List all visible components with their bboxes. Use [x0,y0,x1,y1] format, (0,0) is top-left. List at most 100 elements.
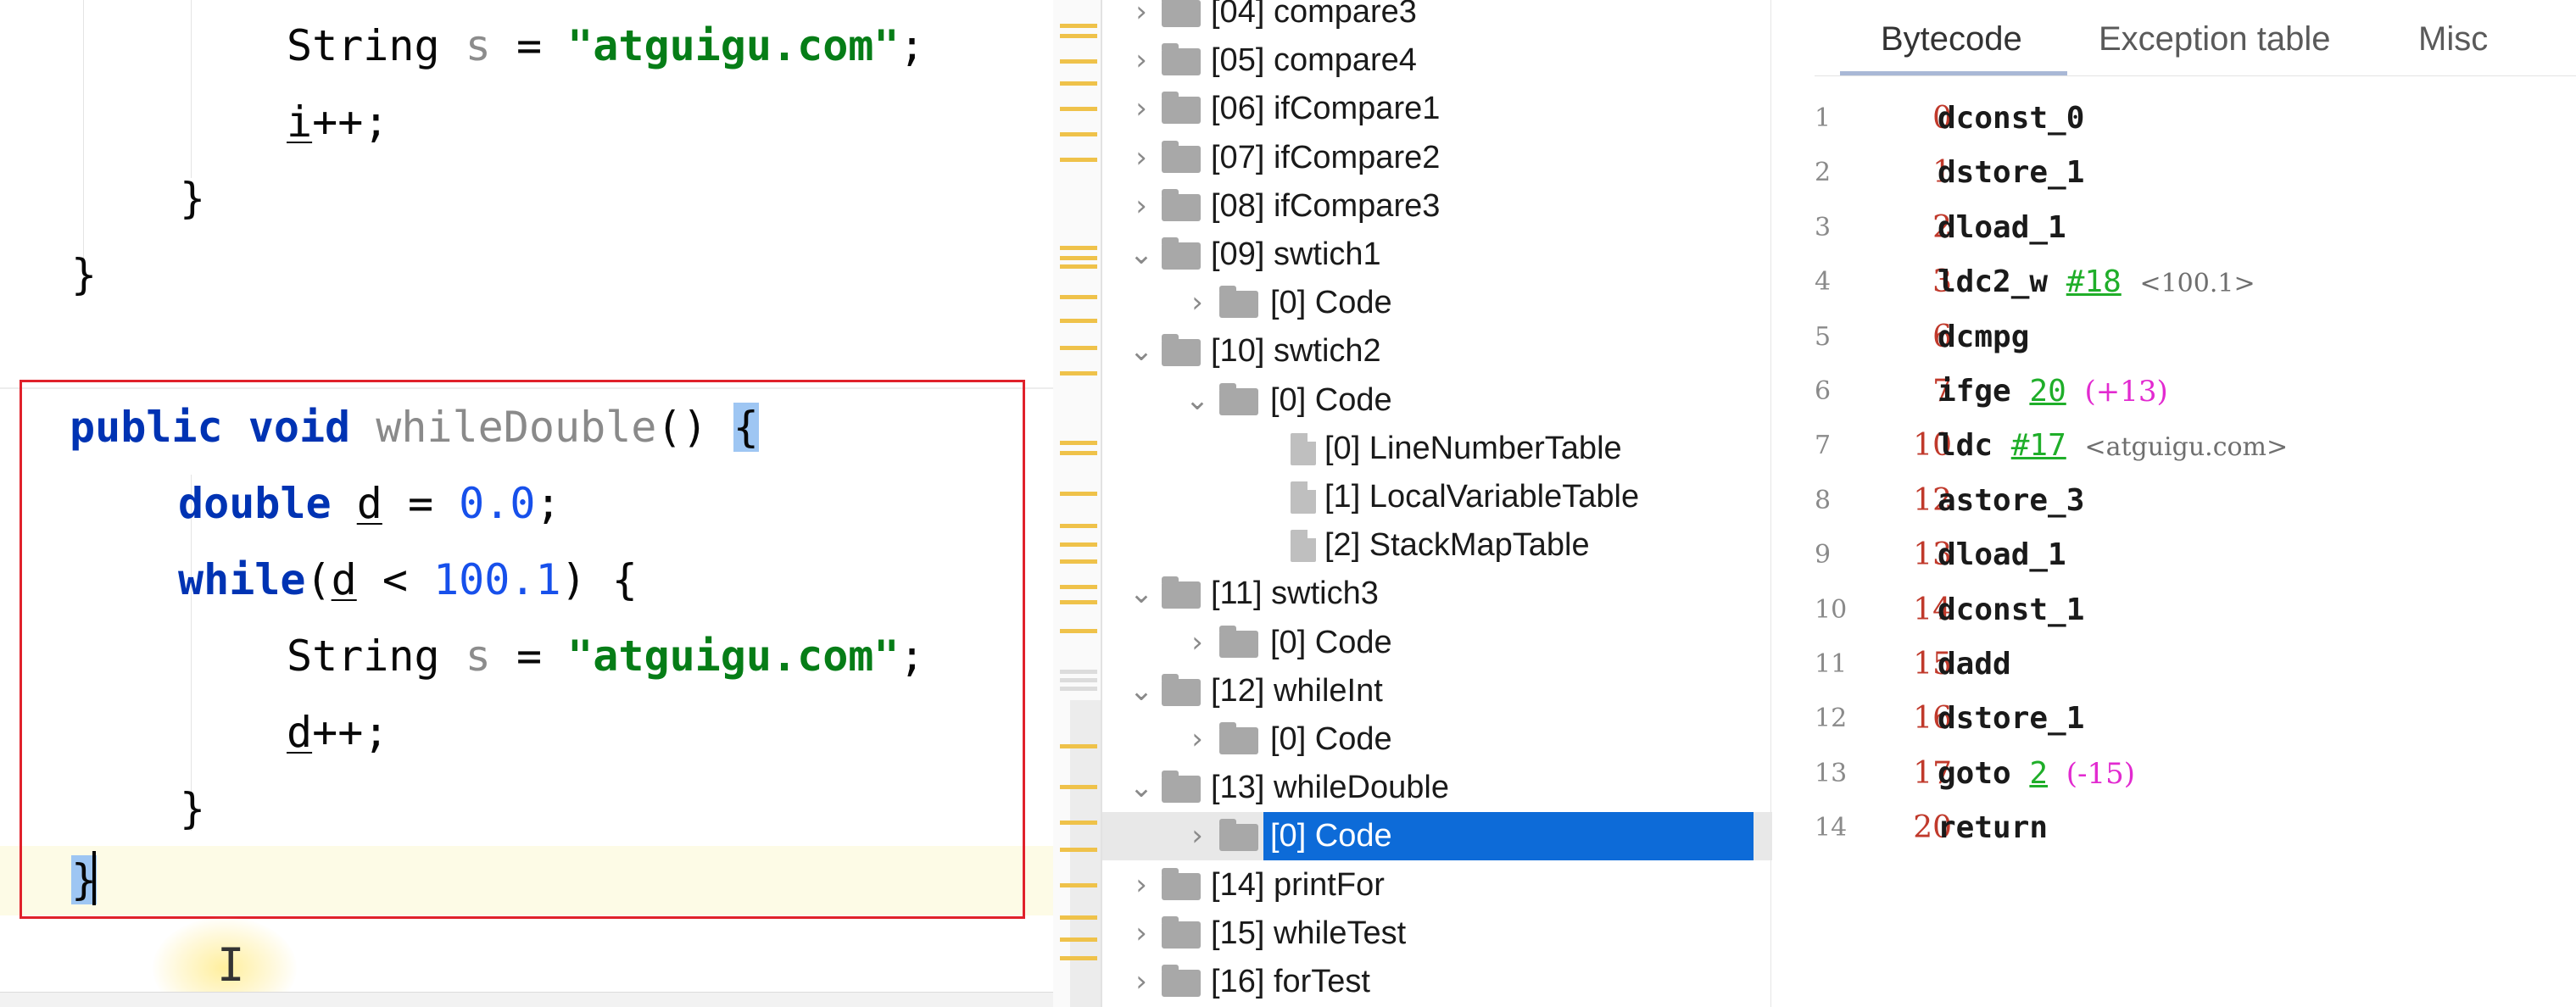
chevron-right-icon[interactable]: › [1124,861,1158,910]
warning-marker[interactable] [1060,264,1097,269]
bytecode-row[interactable]: 1 0 dconst_0 [1815,92,2576,146]
chevron-down-icon[interactable]: ⌄ [1180,376,1214,425]
warning-marker[interactable] [1060,132,1097,136]
tree-item[interactable]: › [0] Code [1102,715,1772,764]
chevron-right-icon[interactable]: › [1180,715,1214,764]
warning-marker[interactable] [1060,559,1097,564]
chevron-right-icon[interactable]: › [1124,0,1158,36]
warning-marker[interactable] [1060,956,1097,960]
code-line-close-brace[interactable]: } [71,249,97,300]
warning-marker[interactable] [1060,24,1097,28]
tree-item[interactable]: › [0] Code [1102,812,1772,861]
operand-link[interactable]: 20 [2029,374,2066,409]
warning-marker[interactable] [1060,585,1097,589]
bytecode-row[interactable]: 13 17 goto 2 (-15) [1815,747,2576,801]
warning-marker[interactable] [1060,371,1097,376]
warning-marker[interactable] [1060,319,1097,323]
bytecode-row[interactable]: 4 3 ldc2_w #18 <100.1> [1815,255,2576,309]
bytecode-row[interactable]: 2 1 dstore_1 [1815,146,2576,200]
code-line-increment[interactable]: i++; [287,97,388,147]
warning-marker[interactable] [1060,542,1097,547]
chevron-right-icon[interactable]: › [1124,958,1158,1006]
warning-marker[interactable] [1060,158,1097,162]
warning-marker[interactable] [1060,59,1097,64]
tree-item[interactable]: › [0] Code [1102,619,1772,667]
tree-item[interactable]: › [05] compare4 [1102,36,1772,85]
warning-marker[interactable] [1060,821,1097,825]
class-structure-tree[interactable]: › [04] compare3 › [05] compare4 › [06] ifComp… [1101,0,1772,1007]
code-line-string-decl[interactable]: String s = "atguigu.com"; [287,20,925,71]
warning-marker[interactable] [1060,883,1097,887]
tree-item[interactable]: › [14] printFor [1102,861,1772,910]
chevron-right-icon[interactable]: › [1124,85,1158,133]
chevron-down-icon[interactable]: ⌄ [1124,327,1158,376]
warning-marker[interactable] [1060,441,1097,445]
bytecode-row[interactable]: 3 2 dload_1 [1815,201,2576,255]
warning-marker[interactable] [1060,346,1097,350]
tab-exception-table[interactable]: Exception table [2099,15,2331,66]
warning-marker[interactable] [1060,600,1097,604]
warning-marker[interactable] [1060,915,1097,920]
operand-link[interactable]: #17 [2011,428,2066,463]
tree-item[interactable]: › [07] ifCompare2 [1102,134,1772,182]
panel-divider[interactable] [1770,0,1771,1007]
operand-link[interactable]: #18 [2066,264,2122,299]
bytecode-row[interactable]: 14 20 return [1815,801,2576,855]
warning-marker[interactable] [1060,107,1097,111]
tree-item[interactable]: ⌄ [12] whileInt [1102,667,1772,715]
chevron-right-icon[interactable]: › [1180,812,1214,860]
chevron-down-icon[interactable]: ⌄ [1124,570,1158,618]
code-line-close-brace[interactable]: } [180,173,205,224]
tree-item[interactable]: ⌄ [13] whileDouble [1102,764,1772,812]
tree-item[interactable]: › [06] ifCompare1 [1102,85,1772,133]
warning-marker[interactable] [1060,524,1097,528]
warning-marker[interactable] [1060,629,1097,633]
tab-misc[interactable]: Misc [2418,15,2488,66]
tree-item[interactable]: › [16] forTest [1102,958,1772,1006]
bytecode-row[interactable]: 11 15 dadd [1815,637,2576,692]
tree-item[interactable]: ⌄ [10] swtich2 [1102,327,1772,376]
bytecode-row[interactable]: 12 16 dstore_1 [1815,692,2576,746]
warning-marker[interactable] [1060,785,1097,789]
warning-marker[interactable] [1060,34,1097,38]
warning-marker[interactable] [1060,848,1097,852]
tree-item[interactable]: ⌄ [0] Code [1102,376,1772,425]
warning-marker[interactable] [1060,81,1097,86]
warning-marker[interactable] [1060,451,1097,455]
tree-item[interactable]: › [08] ifCompare3 [1102,182,1772,231]
chevron-right-icon[interactable]: › [1180,619,1214,667]
chevron-right-icon[interactable]: › [1124,182,1158,231]
chevron-right-icon[interactable]: › [1124,36,1158,85]
warning-marker[interactable] [1060,256,1097,260]
folder-icon [1162,867,1201,900]
bytecode-row[interactable]: 10 14 dconst_1 [1815,583,2576,637]
chevron-down-icon[interactable]: ⌄ [1124,667,1158,715]
tree-item[interactable]: ⌄ [11] swtich3 [1102,570,1772,618]
bytecode-row[interactable]: 5 6 dcmpg [1815,310,2576,364]
tree-item[interactable]: [2] StackMapTable [1102,521,1772,570]
warning-marker[interactable] [1060,744,1097,748]
tree-item[interactable]: › [0] Code [1102,279,1772,327]
operand-link[interactable]: 2 [2029,756,2048,791]
chevron-down-icon[interactable]: ⌄ [1124,764,1158,812]
warning-marker[interactable] [1060,937,1097,942]
warning-marker[interactable] [1060,492,1097,496]
tree-item[interactable]: ⌄ [09] swtich1 [1102,231,1772,279]
chevron-down-icon[interactable]: ⌄ [1124,231,1158,279]
chevron-right-icon[interactable]: › [1180,279,1214,327]
tree-item[interactable]: › [04] compare3 [1102,0,1772,36]
code-editor[interactable]: String s = "atguigu.com"; i++; } } publi… [0,0,1101,1007]
chevron-right-icon[interactable]: › [1124,910,1158,958]
bytecode-row[interactable]: 6 7 ifge 20 (+13) [1815,364,2576,419]
warning-marker[interactable] [1060,246,1097,250]
bytecode-row[interactable]: 7 10 ldc #17 <atguigu.com> [1815,419,2576,473]
tree-item[interactable]: [1] LocalVariableTable [1102,473,1772,521]
tree-item[interactable]: › [15] whileTest [1102,910,1772,958]
opcode: dload_1 [1938,209,2066,245]
chevron-right-icon[interactable]: › [1124,134,1158,182]
bytecode-row[interactable]: 8 12 astore_3 [1815,474,2576,528]
bytecode-row[interactable]: 9 13 dload_1 [1815,528,2576,582]
warning-marker[interactable] [1060,295,1097,299]
tab-bytecode[interactable]: Bytecode [1881,15,2022,66]
tree-item[interactable]: [0] LineNumberTable [1102,425,1772,473]
